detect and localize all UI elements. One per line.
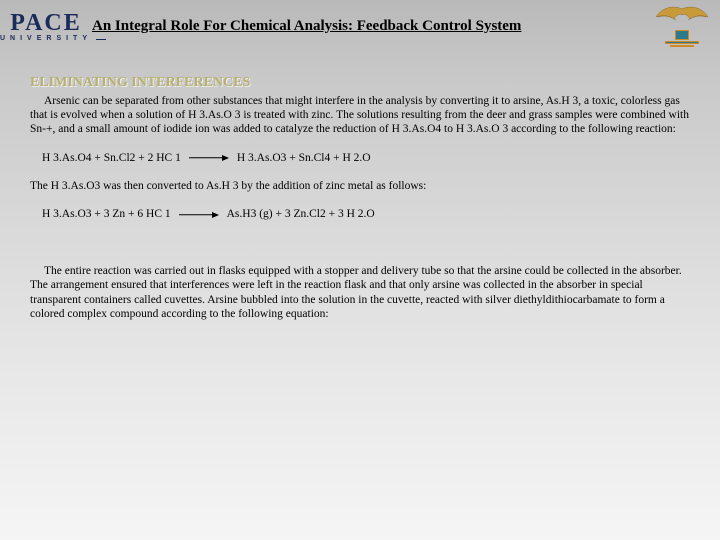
eagle-icon xyxy=(654,5,710,29)
reaction-arrow-icon xyxy=(189,154,229,162)
equation-2: H 3.As.O3 + 3 Zn + 6 HC 1 As.H3 (g) + 3 … xyxy=(42,207,690,221)
equation-right: As.H3 (g) + 3 Zn.Cl2 + 3 H 2.O xyxy=(227,207,375,221)
section-heading: ELIMINATING INTERFERENCES xyxy=(30,74,690,92)
equation-right: H 3.As.O3 + Sn.Cl4 + H 2.O xyxy=(237,151,371,165)
logo-subtext: UNIVERSITY xyxy=(0,35,92,42)
content: ELIMINATING INTERFERENCES Arsenic can be… xyxy=(0,54,720,321)
mid-paragraph: The H 3.As.O3 was then converted to As.H… xyxy=(30,179,690,193)
logo-text: PACE xyxy=(10,10,82,37)
body: ELIMINATING INTERFERENCES Arsenic can be… xyxy=(0,52,720,321)
reaction-arrow-icon xyxy=(179,211,219,219)
equation-1: H 3.As.O4 + Sn.Cl2 + 2 HC 1 H 3.As.O3 + … xyxy=(42,151,690,165)
bar-icon xyxy=(665,41,699,44)
equation-left: H 3.As.O4 + Sn.Cl2 + 2 HC 1 xyxy=(42,151,181,165)
equation-left: H 3.As.O3 + 3 Zn + 6 HC 1 xyxy=(42,207,171,221)
intro-paragraph: Arsenic can be separated from other subs… xyxy=(30,94,690,137)
bar-icon xyxy=(670,45,694,47)
page-title: An Integral Role For Chemical Analysis: … xyxy=(90,18,646,35)
header: PACE UNIVERSITY An Integral Role For Che… xyxy=(0,0,720,52)
eagle-crest-icon xyxy=(650,4,714,48)
pace-logo: PACE UNIVERSITY xyxy=(6,3,86,49)
tail-paragraph: The entire reaction was carried out in f… xyxy=(30,264,690,322)
medallion-icon xyxy=(675,30,689,40)
